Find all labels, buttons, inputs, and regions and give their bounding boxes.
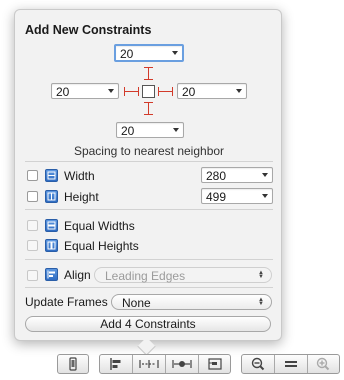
popover-title: Add New Constraints	[25, 23, 152, 37]
right-constraint-cap-inner	[158, 87, 159, 96]
zoom-reset-icon	[285, 361, 297, 367]
left-constraint-line[interactable]	[124, 91, 139, 92]
height-value: 499	[206, 190, 227, 204]
chevron-down-icon[interactable]	[173, 128, 179, 132]
chevron-down-icon[interactable]	[262, 194, 268, 198]
equal-heights-label: Equal Heights	[64, 239, 139, 253]
top-spacing-value: 20	[120, 47, 134, 61]
equal-heights-icon	[45, 239, 58, 252]
chevron-down-icon[interactable]	[236, 89, 242, 93]
resizing-icon	[208, 358, 222, 370]
resizing-button[interactable]	[199, 355, 231, 373]
resolve-icon	[172, 360, 192, 368]
updown-arrows-icon: ▲ ▼	[258, 297, 264, 307]
separator	[25, 259, 273, 260]
right-spacing-field[interactable]: 20	[177, 83, 247, 99]
toolbar-zoom-group	[241, 354, 340, 374]
zoom-out-icon	[251, 357, 265, 371]
left-spacing-value: 20	[56, 85, 70, 99]
resolve-button[interactable]	[166, 355, 198, 373]
align-button[interactable]	[100, 355, 132, 373]
view-placeholder-box	[142, 85, 155, 98]
right-spacing-value: 20	[182, 85, 196, 99]
align-icon	[45, 268, 58, 281]
width-checkbox[interactable]	[27, 170, 38, 181]
top-constraint-cap	[144, 67, 153, 68]
toolbar-device-group	[57, 354, 89, 374]
chevron-down-icon[interactable]	[108, 89, 114, 93]
align-popup[interactable]: Leading Edges ▲ ▼	[94, 267, 272, 283]
spacing-caption: Spacing to nearest neighbor	[73, 144, 225, 158]
chevron-down-icon[interactable]	[262, 173, 268, 177]
update-frames-label: Update Frames	[25, 295, 108, 309]
height-label: Height	[64, 190, 99, 204]
left-spacing-field[interactable]: 20	[51, 83, 119, 99]
zoom-in-icon	[316, 357, 330, 371]
pin-button[interactable]	[133, 355, 165, 373]
zoom-out-button[interactable]	[242, 355, 274, 373]
align-checkbox[interactable]	[27, 270, 38, 281]
bottom-spacing-value: 20	[121, 124, 135, 138]
width-icon	[45, 169, 58, 182]
separator	[25, 161, 273, 162]
bottom-constraint-cap-inner	[144, 102, 153, 103]
height-icon	[45, 190, 58, 203]
equal-heights-checkbox[interactable]	[27, 240, 38, 251]
right-constraint-line[interactable]	[158, 91, 173, 92]
device-button[interactable]	[58, 355, 88, 373]
update-frames-value: None	[122, 296, 151, 310]
bottom-constraint-cap	[144, 114, 153, 115]
update-frames-popup[interactable]: None ▲ ▼	[111, 294, 272, 310]
height-value-field[interactable]: 499	[201, 188, 273, 204]
zoom-reset-button[interactable]	[275, 355, 307, 373]
height-checkbox[interactable]	[27, 191, 38, 202]
width-value: 280	[206, 169, 227, 183]
top-constraint-cap-inner	[144, 79, 153, 80]
equal-widths-label: Equal Widths	[64, 219, 135, 233]
width-value-field[interactable]: 280	[201, 167, 273, 183]
align-popup-value: Leading Edges	[105, 269, 186, 283]
width-label: Width	[64, 169, 95, 183]
zoom-in-button[interactable]	[308, 355, 339, 373]
pin-icon	[139, 360, 159, 368]
add-constraints-button[interactable]: Add 4 Constraints	[25, 316, 271, 332]
bottom-spacing-field[interactable]: 20	[116, 122, 184, 138]
device-icon	[69, 357, 77, 371]
toolbar-layout-group	[99, 354, 231, 374]
left-constraint-cap-inner	[138, 87, 139, 96]
top-spacing-field[interactable]: 20	[114, 44, 184, 62]
equal-widths-icon	[45, 219, 58, 232]
separator	[25, 209, 273, 210]
updown-arrows-icon: ▲ ▼	[258, 270, 264, 280]
left-constraint-cap	[124, 87, 125, 96]
align-icon	[110, 358, 121, 370]
right-constraint-cap	[172, 87, 173, 96]
separator	[25, 287, 273, 288]
align-label: Align	[64, 268, 91, 282]
add-constraints-popover: Add New Constraints 20 20 20 20 Spacing …	[14, 9, 282, 341]
equal-widths-checkbox[interactable]	[27, 220, 38, 231]
chevron-down-icon[interactable]	[172, 51, 178, 55]
